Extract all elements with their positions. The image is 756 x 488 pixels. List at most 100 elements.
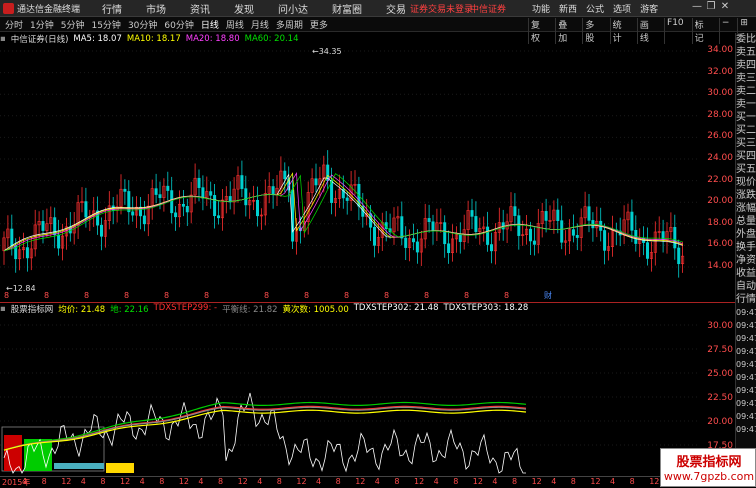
candle bbox=[626, 203, 630, 234]
indicator-value-4: 黄次数: 1005.00 bbox=[282, 305, 349, 315]
time-tick: 12 bbox=[472, 477, 483, 486]
event-mark[interactable]: 8 bbox=[4, 291, 9, 300]
tool-button-6[interactable]: 标记 bbox=[691, 18, 713, 44]
indicator-value-5: TDXSTEP302: 21.48 bbox=[353, 303, 439, 313]
sidebar-item[interactable]: 自动 bbox=[736, 280, 756, 293]
sidebar-item[interactable]: 09:47 bbox=[736, 371, 756, 384]
menu-item-discover[interactable]: 发现 bbox=[234, 1, 254, 16]
panel-bullet-icon: ▪ bbox=[0, 304, 6, 314]
candle bbox=[614, 222, 618, 246]
period-tab-10[interactable]: 更多 bbox=[310, 18, 328, 31]
menu-item-quotes[interactable]: 行情 bbox=[102, 1, 122, 16]
candle bbox=[427, 204, 431, 233]
period-tab-9[interactable]: 多周期 bbox=[276, 18, 303, 31]
time-tick: 4 bbox=[492, 477, 498, 486]
watermark-title: 股票指标网 bbox=[676, 455, 742, 470]
period-tab-4[interactable]: 30分钟 bbox=[128, 18, 157, 31]
candle bbox=[392, 207, 396, 245]
event-mark[interactable]: 8 bbox=[424, 291, 429, 300]
candle bbox=[217, 200, 221, 225]
menu-item-formula[interactable]: 公式 bbox=[586, 2, 604, 15]
candle bbox=[552, 200, 556, 234]
candle bbox=[29, 236, 33, 271]
time-tick: 4 bbox=[433, 477, 439, 486]
candle bbox=[415, 229, 419, 264]
high-label: ←34.35 bbox=[312, 47, 342, 56]
sidebar-item[interactable]: 09:47 bbox=[736, 384, 756, 397]
event-mark[interactable]: 8 bbox=[304, 291, 309, 300]
sidebar-item[interactable]: 09:47 bbox=[736, 332, 756, 345]
sidebar-item[interactable]: 09:47 bbox=[736, 410, 756, 423]
menu-item-market[interactable]: 市场 bbox=[146, 1, 166, 16]
period-tab-7[interactable]: 周线 bbox=[226, 18, 244, 31]
event-mark[interactable]: 财 bbox=[544, 290, 552, 300]
period-tab-5[interactable]: 60分钟 bbox=[164, 18, 193, 31]
login-status[interactable]: 证券交易未登录 bbox=[410, 2, 473, 15]
time-tick: 8 bbox=[276, 477, 282, 486]
menu-item-options[interactable]: 选项 bbox=[613, 2, 631, 15]
menu-item-wealth[interactable]: 财富圈 bbox=[332, 1, 362, 16]
period-tab-2[interactable]: 5分钟 bbox=[61, 18, 85, 31]
time-tick: 12 bbox=[120, 477, 131, 486]
price-tick: 18.00 bbox=[707, 217, 733, 228]
minimize-icon[interactable]: — bbox=[690, 1, 704, 12]
candle bbox=[657, 216, 661, 240]
period-tab-0[interactable]: 分时 bbox=[5, 18, 23, 31]
candle bbox=[645, 227, 649, 266]
period-tab-3[interactable]: 15分钟 bbox=[91, 18, 120, 31]
sidebar-item[interactable]: 行情 bbox=[736, 293, 756, 306]
menu-item-guest[interactable]: 游客 bbox=[640, 2, 658, 15]
period-tab-8[interactable]: 月线 bbox=[251, 18, 269, 31]
maximize-icon[interactable]: ❐ bbox=[704, 1, 718, 12]
sidebar-item[interactable]: 09:47 bbox=[736, 319, 756, 332]
broker-name[interactable]: 中信证券 bbox=[470, 2, 506, 15]
tool-button-2[interactable]: 多股 bbox=[582, 18, 603, 44]
event-mark[interactable]: 8 bbox=[504, 291, 509, 300]
price-tick: 16.00 bbox=[707, 239, 733, 250]
event-mark[interactable]: 8 bbox=[264, 291, 269, 300]
period-tab-6[interactable]: 日线 bbox=[201, 18, 219, 31]
sidebar-item[interactable]: 09:47 bbox=[736, 345, 756, 358]
title-bar: 通达信金融终端 行情 市场 资讯 发现 问小达 财富圈 交易 证券交易未登录 中… bbox=[0, 0, 756, 17]
sidebar-item[interactable]: 09:47 bbox=[736, 397, 756, 410]
tool-button-4[interactable]: 画线 bbox=[636, 18, 658, 44]
event-mark[interactable]: 8 bbox=[84, 291, 89, 300]
menu-item-new[interactable]: 新西 bbox=[559, 2, 577, 15]
period-tab-1[interactable]: 1分钟 bbox=[30, 18, 54, 31]
tool-button-7[interactable]: − bbox=[718, 18, 732, 44]
tool-button-1[interactable]: 叠加 bbox=[555, 18, 576, 44]
event-mark[interactable]: 8 bbox=[164, 291, 169, 300]
sidebar-item[interactable]: 09:47 bbox=[736, 306, 756, 319]
time-tick: 4 bbox=[610, 477, 616, 486]
sidebar-item: 卖一 bbox=[736, 99, 756, 110]
sidebar-item: 外盘 bbox=[736, 229, 756, 240]
candle bbox=[57, 219, 61, 256]
event-mark[interactable]: 8 bbox=[464, 291, 469, 300]
price-tick: 22.00 bbox=[707, 174, 733, 185]
indicator-name[interactable]: 股票指标网 bbox=[11, 303, 54, 315]
event-mark[interactable]: 8 bbox=[204, 291, 209, 300]
event-mark[interactable]: 8 bbox=[384, 291, 389, 300]
tool-button-5[interactable]: F10 bbox=[664, 18, 686, 44]
panel-bullet-icon: ▪ bbox=[0, 34, 6, 44]
ma-value-1: MA10: 18.17 bbox=[126, 34, 181, 44]
candle bbox=[435, 208, 439, 242]
candle bbox=[489, 232, 493, 264]
close-icon[interactable]: ✕ bbox=[718, 1, 732, 12]
menu-item-trade[interactable]: 交易 bbox=[386, 1, 406, 16]
tool-button-3[interactable]: 统计 bbox=[609, 18, 631, 44]
sidebar-item[interactable]: 09:47 bbox=[736, 423, 756, 436]
candle bbox=[450, 224, 454, 262]
sidebar-item[interactable]: 09:47 bbox=[736, 358, 756, 371]
event-mark[interactable]: 8 bbox=[44, 291, 49, 300]
event-mark[interactable]: 8 bbox=[124, 291, 129, 300]
menu-item-ask[interactable]: 问小达 bbox=[278, 1, 308, 16]
menu-item-news[interactable]: 资讯 bbox=[190, 1, 210, 16]
indicator-chart[interactable] bbox=[0, 315, 700, 475]
candle bbox=[567, 219, 571, 255]
price-chart[interactable]: ←34.35←12.848 8 8 8 8 8 8 8 8 8 8 8 8 财 bbox=[0, 45, 700, 300]
candle bbox=[560, 205, 564, 250]
menu-item-function[interactable]: 功能 bbox=[532, 2, 550, 15]
tool-button-0[interactable]: 复权 bbox=[528, 18, 549, 44]
event-mark[interactable]: 8 bbox=[344, 291, 349, 300]
